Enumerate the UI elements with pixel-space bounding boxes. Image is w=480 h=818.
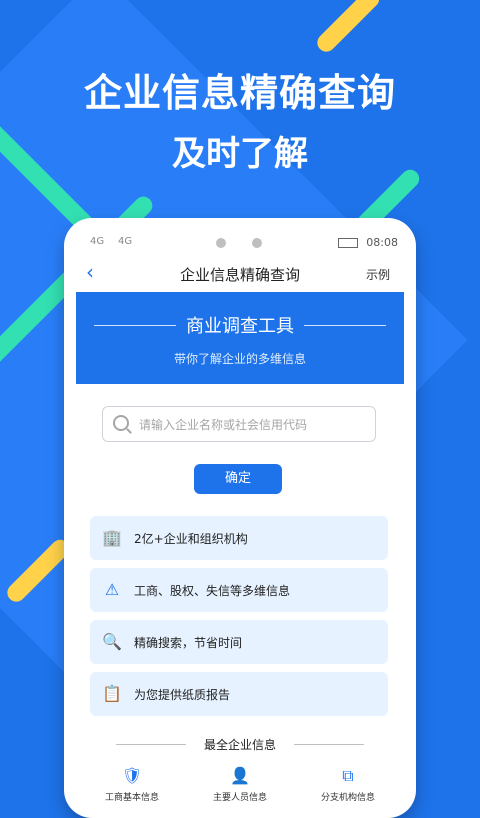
example-link[interactable]: 示例 xyxy=(366,266,390,283)
search-input[interactable]: 请输入企业名称或社会信用代码 xyxy=(102,406,376,442)
feature-text: 工商、股权、失信等多维信息 xyxy=(134,584,291,598)
feature-text: 精确搜索，节省时间 xyxy=(134,636,243,650)
decor-stripe xyxy=(313,0,383,56)
feature-item: 🏢 2亿+企业和组织机构 xyxy=(90,516,388,560)
building-icon: 🏢 xyxy=(102,528,122,547)
org-chart-icon: ⧉ xyxy=(342,766,354,785)
page-title: 企业信息精确查询 xyxy=(179,266,300,284)
section-title: 最全企业信息 xyxy=(203,738,276,752)
category-basic-info[interactable]: 🛡 工商基本信息 xyxy=(92,766,172,816)
banner-subtitle: 带你了解企业的多维信息 xyxy=(173,352,306,366)
battery-icon xyxy=(338,238,358,248)
section-header: 最全企业信息 xyxy=(64,734,416,754)
feature-text: 为您提供纸质报告 xyxy=(134,688,231,702)
category-label: 工商基本信息 xyxy=(104,793,159,803)
feature-item: ⚠ 工商、股权、失信等多维信息 xyxy=(90,568,388,612)
hero-title: 企业信息精确查询 xyxy=(83,71,396,115)
feature-text: 2亿+企业和组织机构 xyxy=(134,532,248,546)
confirm-button[interactable]: 确定 xyxy=(194,464,282,494)
banner-title: 商业调查工具 xyxy=(186,316,294,337)
triangle-alert-icon: ⚠ xyxy=(104,580,120,599)
feature-item: 📋 为您提供纸质报告 xyxy=(90,672,388,716)
camera-dot xyxy=(216,238,226,248)
category-branches[interactable]: ⧉ 分支机构信息 xyxy=(308,766,388,816)
category-label: 主要人员信息 xyxy=(212,793,267,803)
clipboard-icon: 📋 xyxy=(102,684,122,703)
hero-subtitle: 及时了解 xyxy=(172,134,308,174)
sensor-dot xyxy=(252,238,262,248)
category-label: 分支机构信息 xyxy=(320,793,375,803)
phone-frame: 4G 4G 08:08 ‹ 企业信息精确查询 示例 商业调查工具 带你了解企业的… xyxy=(64,218,416,818)
badge-icon: 🛡 xyxy=(121,766,143,785)
app-header: ‹ 企业信息精确查询 示例 xyxy=(64,258,416,290)
status-time: 08:08 xyxy=(366,236,398,249)
magnifier-icon: 🔍 xyxy=(102,632,122,651)
info-categories: 🛡 工商基本信息 👤 主要人员信息 ⧉ 分支机构信息 xyxy=(64,766,416,816)
signal-right: 4G xyxy=(118,236,133,247)
status-bar: 4G 4G 08:08 xyxy=(64,218,416,252)
category-key-people[interactable]: 👤 主要人员信息 xyxy=(200,766,280,816)
signal-left: 4G xyxy=(90,236,105,247)
feature-item: 🔍 精确搜索，节省时间 xyxy=(90,620,388,664)
search-icon xyxy=(113,415,129,431)
phone-notch xyxy=(204,238,276,252)
search-placeholder: 请输入企业名称或社会信用代码 xyxy=(139,418,308,432)
person-card-icon: 👤 xyxy=(230,766,250,785)
banner: 商业调查工具 带你了解企业的多维信息 xyxy=(76,292,404,384)
